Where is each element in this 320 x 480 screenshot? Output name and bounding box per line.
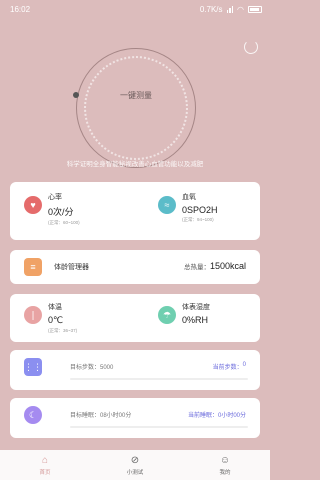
moon-icon: ☾ bbox=[24, 406, 42, 424]
sleep-current: 当前睡眠： 0小时00分 bbox=[188, 410, 246, 419]
humidity-value: 0%RH bbox=[182, 315, 209, 325]
home-icon: ⌂ bbox=[41, 454, 49, 466]
humidity-icon: ☂ bbox=[158, 306, 176, 324]
total-calories-value: 1500kcal bbox=[209, 261, 246, 271]
thermometer-icon: ❘ bbox=[24, 306, 42, 324]
measure-dial-ring bbox=[84, 56, 188, 160]
tab-home[interactable]: ⌂ 首页 bbox=[15, 455, 75, 476]
steps-current-value: 0 bbox=[242, 362, 246, 368]
tab-quiz[interactable]: ⊘ 小测试 bbox=[105, 455, 165, 476]
steps-target: 目标步数：5000 bbox=[70, 365, 114, 371]
refresh-icon[interactable] bbox=[244, 40, 258, 54]
blood-oxygen-metric[interactable]: ≈ 血氧 0SPO2H (正常：94~100) bbox=[158, 192, 218, 223]
tab-mine[interactable]: ☺ 我的 bbox=[195, 455, 255, 476]
dial-indicator-dot bbox=[73, 92, 79, 98]
temperature-value: 0℃ bbox=[48, 315, 64, 325]
tagline: 科学证明全身智能秘视改善心血管功能以及减肥 bbox=[66, 161, 204, 168]
sleep-current-label: 当前睡眠： bbox=[187, 413, 218, 419]
water-drop-icon: ≈ bbox=[158, 196, 176, 214]
sliders-icon: ≡ bbox=[24, 258, 42, 276]
user-icon: ☺ bbox=[219, 454, 231, 466]
blood-oxygen-label: 血氧 bbox=[182, 194, 196, 201]
weight-manager-card[interactable]: ≡ 体龄管理器 总热量： 1500kcal bbox=[10, 250, 260, 284]
steps-card[interactable]: ⋮⋮ 目标步数：5000 当前步数： 0 bbox=[10, 350, 260, 390]
net-speed: 0.7K/s bbox=[199, 4, 223, 14]
tab-mine-label: 我的 bbox=[219, 469, 231, 476]
heart-icon: ♥ bbox=[24, 196, 42, 214]
status-bar: 16:02 0.7K/s ◠ bbox=[0, 0, 270, 18]
signal-icon bbox=[226, 5, 234, 13]
heart-rate-normal: (正常：60~100) bbox=[48, 220, 80, 225]
heart-rate-label: 心率 bbox=[48, 194, 62, 201]
humidity-metric[interactable]: ☂ 体表湿度 0%RH bbox=[158, 302, 210, 325]
vitals-card[interactable]: ♥ 心率 0次/分 (正常：60~100) ≈ 血氧 0SPO2H (正常：94… bbox=[10, 182, 260, 240]
steps-current-label: 当前步数： bbox=[212, 365, 243, 371]
status-indicators: 0.7K/s ◠ bbox=[200, 5, 262, 14]
footprints-icon: ⋮⋮ bbox=[24, 358, 42, 376]
weight-manager-title: 体龄管理器 bbox=[54, 264, 89, 271]
blood-oxygen-normal: (正常：94~100) bbox=[182, 217, 214, 222]
sleep-progress-bar bbox=[70, 426, 248, 428]
bottom-tab-bar: ⌂ 首页 ⊘ 小测试 ☺ 我的 bbox=[0, 450, 270, 480]
compass-icon: ⊘ bbox=[130, 454, 140, 466]
temperature-metric[interactable]: ❘ 体温 0℃ (正常：36~37) bbox=[24, 302, 77, 334]
humidity-label: 体表湿度 bbox=[182, 304, 210, 311]
steps-current: 当前步数： 0 bbox=[213, 362, 246, 371]
tab-quiz-label: 小测试 bbox=[126, 469, 144, 476]
heart-rate-metric[interactable]: ♥ 心率 0次/分 (正常：60~100) bbox=[24, 192, 80, 226]
tab-home-label: 首页 bbox=[39, 469, 51, 476]
total-calories-label: 总热量： bbox=[183, 264, 210, 271]
one-tap-measure-button[interactable]: 一键测量 bbox=[96, 88, 176, 104]
sleep-target: 目标睡眠：08小时00分 bbox=[70, 413, 132, 419]
battery-icon bbox=[248, 5, 262, 13]
sleep-card[interactable]: ☾ 目标睡眠：08小时00分 当前睡眠： 0小时00分 bbox=[10, 398, 260, 438]
body-env-card[interactable]: ❘ 体温 0℃ (正常：36~37) ☂ 体表湿度 0%RH bbox=[10, 294, 260, 342]
blood-oxygen-value: 0SPO2H bbox=[182, 205, 218, 215]
heart-rate-value: 0次/分 bbox=[48, 207, 74, 217]
sleep-current-value: 0小时00分 bbox=[217, 413, 246, 419]
temperature-normal: (正常：36~37) bbox=[48, 328, 78, 333]
steps-progress-bar bbox=[70, 378, 248, 380]
total-calories: 总热量： 1500kcal bbox=[184, 261, 246, 271]
wifi-icon: ◠ bbox=[237, 4, 244, 14]
temperature-label: 体温 bbox=[48, 304, 62, 311]
status-time: 16:02 bbox=[10, 4, 31, 14]
